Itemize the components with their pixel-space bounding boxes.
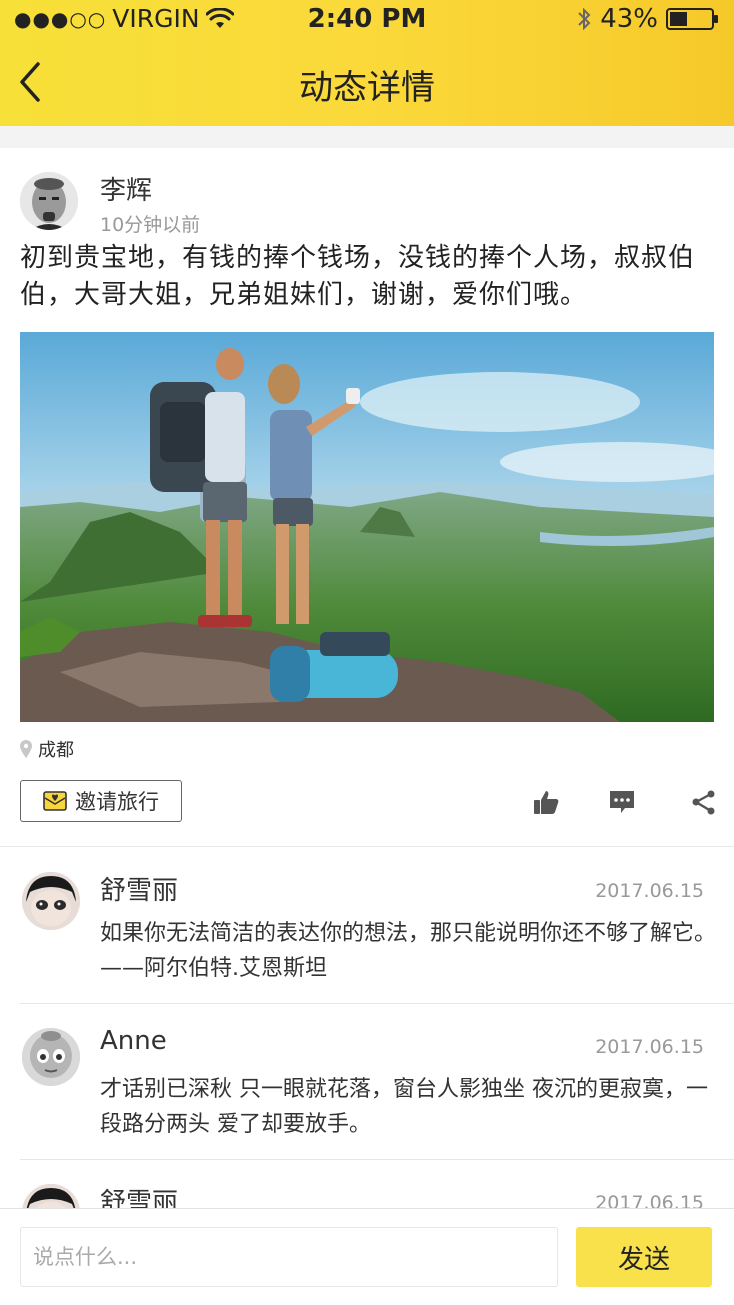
location-label: 成都 bbox=[38, 740, 74, 761]
comment-date: 2017.06.15 bbox=[595, 1036, 704, 1058]
comment-item: Anne 2017.06.15 才话别已深秋 只一眼就花落，窗台人影独坐 夜沉的… bbox=[0, 1004, 734, 1160]
location-pin-icon bbox=[20, 740, 32, 758]
post-photo[interactable] bbox=[20, 332, 714, 722]
commenter-avatar[interactable] bbox=[22, 872, 80, 930]
share-icon[interactable] bbox=[690, 788, 718, 816]
bluetooth-icon bbox=[578, 7, 591, 31]
section-gap bbox=[0, 126, 734, 148]
battery-percent: 43% bbox=[600, 4, 658, 34]
avatar-girl-icon bbox=[22, 872, 80, 930]
comment-date: 2017.06.15 bbox=[595, 880, 704, 902]
navbar: 动态详情 bbox=[0, 40, 734, 126]
avatar-girl-icon bbox=[22, 1184, 80, 1208]
comment-input[interactable] bbox=[20, 1227, 558, 1287]
comment-footer: 发送 bbox=[0, 1208, 734, 1305]
thumbs-up-icon[interactable] bbox=[532, 788, 560, 816]
avatar-portrait-icon bbox=[20, 172, 78, 230]
comment-item: 舒雪丽 2017.06.15 如果你无法简洁的表达你的想法，那只能说明你还不够了… bbox=[0, 848, 734, 1004]
commenter-name[interactable]: Anne bbox=[100, 1026, 167, 1056]
comment-list: 舒雪丽 2017.06.15 如果你无法简洁的表达你的想法，那只能说明你还不够了… bbox=[0, 848, 734, 1208]
heart-envelope-icon bbox=[43, 791, 67, 811]
commenter-name[interactable]: 舒雪丽 bbox=[100, 1182, 178, 1208]
status-bar: ●●●○○ VIRGIN 2:40 PM 43% bbox=[0, 0, 734, 40]
avatar-cartoon-icon bbox=[22, 1028, 80, 1086]
battery-icon bbox=[666, 8, 718, 30]
travelers-on-cliff-photo bbox=[20, 332, 714, 722]
comment-text: 才话别已深秋 只一眼就花落，窗台人影独坐 夜沉的更寂寞，一段路分两头 爱了却要放… bbox=[100, 1077, 708, 1137]
location[interactable]: 成都 bbox=[20, 736, 74, 762]
invite-travel-button[interactable]: 邀请旅行 bbox=[20, 780, 182, 822]
invite-travel-label: 邀请旅行 bbox=[75, 790, 159, 814]
comment-date: 2017.06.15 bbox=[595, 1192, 704, 1208]
page-title: 动态详情 bbox=[299, 68, 435, 108]
comment-item: 舒雪丽 2017.06.15 bbox=[0, 1160, 734, 1208]
author-avatar[interactable] bbox=[20, 172, 78, 230]
commenter-avatar[interactable] bbox=[22, 1184, 80, 1208]
comment-icon[interactable] bbox=[608, 788, 636, 816]
send-button[interactable]: 发送 bbox=[576, 1227, 712, 1287]
comment-text: 如果你无法简洁的表达你的想法，那只能说明你还不够了解它。——阿尔伯特.艾恩斯坦 bbox=[100, 921, 717, 981]
post-text: 初到贵宝地，有钱的捧个钱场，没钱的捧个人场，叔叔伯伯，大哥大姐，兄弟姐妹们，谢谢… bbox=[20, 243, 696, 310]
commenter-avatar[interactable] bbox=[22, 1028, 80, 1086]
status-right: 43% bbox=[576, 4, 720, 34]
post-time: 10分钟以前 bbox=[100, 214, 201, 236]
commenter-name[interactable]: 舒雪丽 bbox=[100, 870, 178, 907]
section-divider bbox=[0, 846, 734, 847]
author-name[interactable]: 李辉 bbox=[100, 170, 152, 207]
header: ●●●○○ VIRGIN 2:40 PM 43% 动态详情 bbox=[0, 0, 734, 126]
